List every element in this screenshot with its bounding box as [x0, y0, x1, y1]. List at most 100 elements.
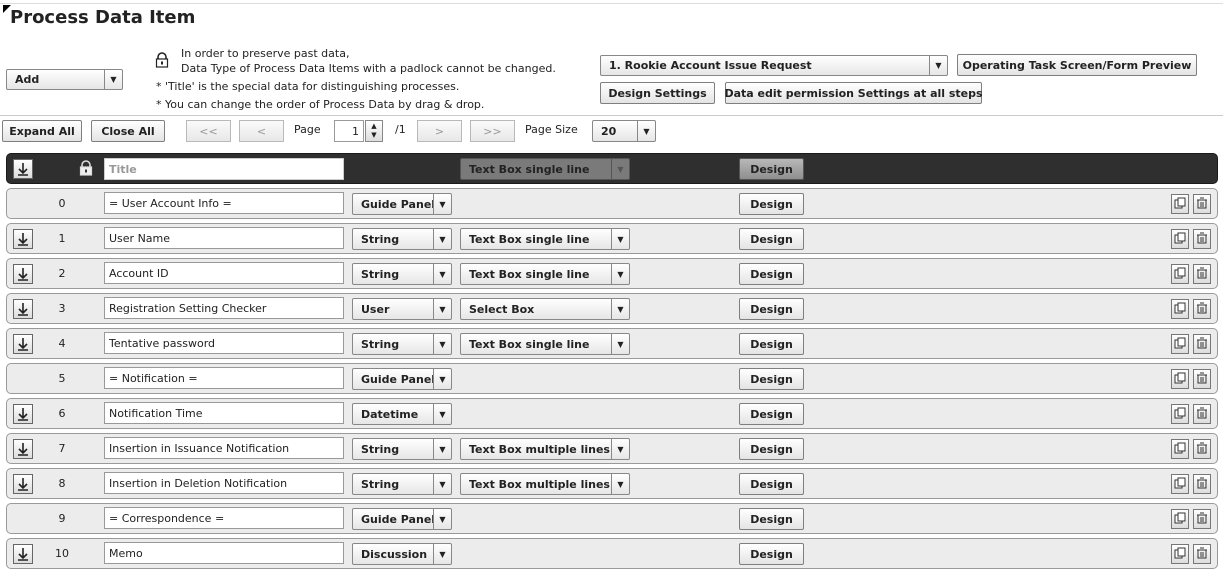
delete-button[interactable]: [1193, 264, 1211, 284]
copy-button[interactable]: [1171, 404, 1189, 424]
permission-settings-button[interactable]: Data edit permission Settings at all ste…: [724, 82, 983, 104]
item-name-input[interactable]: = Correspondence =: [104, 507, 344, 529]
data-type-select[interactable]: User ▼: [352, 298, 452, 320]
design-button[interactable]: Design: [739, 438, 804, 460]
expand-all-button[interactable]: Expand All: [2, 120, 82, 142]
widget-select[interactable]: Text Box single line ▼: [460, 263, 630, 285]
prev-page-button[interactable]: <: [239, 120, 284, 142]
item-name-input[interactable]: = Notification =: [104, 367, 344, 389]
item-name-input[interactable]: Registration Setting Checker: [104, 297, 344, 319]
first-page-button[interactable]: <<: [186, 120, 231, 142]
item-name-input[interactable]: Account ID: [104, 262, 344, 284]
design-settings-button[interactable]: Design Settings: [600, 82, 715, 104]
drag-handle-icon[interactable]: [13, 544, 33, 564]
table-row[interactable]: 9 = Correspondence = Guide Panel ▼ Design: [6, 503, 1218, 534]
next-page-button[interactable]: >: [417, 120, 462, 142]
drag-handle-icon[interactable]: [13, 474, 33, 494]
copy-button[interactable]: [1171, 334, 1189, 354]
title-design-button[interactable]: Design: [739, 158, 804, 180]
copy-button[interactable]: [1171, 544, 1189, 564]
delete-button[interactable]: [1193, 334, 1211, 354]
data-type-select[interactable]: Datetime ▼: [352, 403, 452, 425]
delete-button[interactable]: [1193, 194, 1211, 214]
drag-handle-icon[interactable]: [13, 439, 33, 459]
item-name-input[interactable]: Insertion in Issuance Notification: [104, 437, 344, 459]
item-name-input[interactable]: Insertion in Deletion Notification: [104, 472, 344, 494]
preview-button[interactable]: Operating Task Screen/Form Preview: [957, 54, 1197, 76]
copy-button[interactable]: [1171, 509, 1189, 529]
delete-button[interactable]: [1193, 544, 1211, 564]
data-type-select[interactable]: Guide Panel ▼: [352, 508, 452, 530]
copy-button[interactable]: [1171, 369, 1189, 389]
item-name-input[interactable]: Notification Time: [104, 402, 344, 424]
widget-select[interactable]: Text Box single line ▼: [460, 228, 630, 250]
page-size-select[interactable]: 20 ▼: [592, 120, 656, 142]
design-button[interactable]: Design: [739, 228, 804, 250]
page-input[interactable]: 1: [334, 120, 364, 142]
drag-handle-icon[interactable]: [13, 334, 33, 354]
widget-select[interactable]: Select Box ▼: [460, 298, 630, 320]
delete-button[interactable]: [1193, 369, 1211, 389]
item-name-input[interactable]: Tentative password: [104, 332, 344, 354]
design-button[interactable]: Design: [739, 333, 804, 355]
drag-handle-icon[interactable]: [13, 299, 33, 319]
copy-button[interactable]: [1171, 474, 1189, 494]
table-row[interactable]: 0 = User Account Info = Guide Panel ▼ Design: [6, 188, 1218, 219]
table-row[interactable]: 10 Memo Discussion ▼ Design: [6, 538, 1218, 569]
design-button[interactable]: Design: [739, 368, 804, 390]
drag-handle-icon[interactable]: [13, 159, 33, 179]
item-name-input[interactable]: User Name: [104, 227, 344, 249]
page-stepper[interactable]: ▲ ▼: [365, 120, 383, 142]
table-row[interactable]: 6 Notification Time Datetime ▼ Design: [6, 398, 1218, 429]
design-button[interactable]: Design: [739, 473, 804, 495]
drag-handle-icon[interactable]: [13, 264, 33, 284]
design-button[interactable]: Design: [739, 298, 804, 320]
delete-button[interactable]: [1193, 229, 1211, 249]
delete-button[interactable]: [1193, 509, 1211, 529]
title-name-input[interactable]: Title: [104, 158, 344, 180]
drag-handle-icon[interactable]: [13, 229, 33, 249]
copy-button[interactable]: [1171, 439, 1189, 459]
copy-button[interactable]: [1171, 264, 1189, 284]
item-name-input[interactable]: Memo: [104, 542, 344, 564]
table-row[interactable]: 5 = Notification = Guide Panel ▼ Design: [6, 363, 1218, 394]
table-row[interactable]: 7 Insertion in Issuance Notification Strin…: [6, 433, 1218, 464]
table-row[interactable]: 1 User Name String ▼ Text Box single line ▼ De…: [6, 223, 1218, 254]
design-button[interactable]: Design: [739, 263, 804, 285]
data-type-select[interactable]: String ▼: [352, 333, 452, 355]
delete-button[interactable]: [1193, 299, 1211, 319]
close-all-button[interactable]: Close All: [91, 120, 165, 142]
process-select[interactable]: 1. Rookie Account Issue Request ▼: [600, 55, 948, 76]
widget-select[interactable]: Text Box multiple lines ▼: [460, 473, 630, 495]
delete-button[interactable]: [1193, 474, 1211, 494]
design-button[interactable]: Design: [739, 403, 804, 425]
copy-button[interactable]: [1171, 229, 1189, 249]
data-type-select[interactable]: Guide Panel ▼: [352, 193, 452, 215]
delete-button[interactable]: [1193, 439, 1211, 459]
data-type-select[interactable]: Discussion ▼: [352, 543, 452, 565]
add-select[interactable]: Add ▼: [6, 69, 123, 90]
data-type-select[interactable]: String ▼: [352, 263, 452, 285]
drag-handle-icon[interactable]: [13, 404, 33, 424]
last-page-button[interactable]: >>: [470, 120, 515, 142]
design-button[interactable]: Design: [739, 508, 804, 530]
design-button[interactable]: Design: [739, 543, 804, 565]
table-row[interactable]: 3 Registration Setting Checker User ▼ Select…: [6, 293, 1218, 324]
table-row[interactable]: 4 Tentative password String ▼ Text Box singl…: [6, 328, 1218, 359]
data-type-select[interactable]: String ▼: [352, 228, 452, 250]
copy-button[interactable]: [1171, 194, 1189, 214]
data-type-select[interactable]: String ▼: [352, 438, 452, 460]
data-type-select[interactable]: String ▼: [352, 473, 452, 495]
title-row[interactable]: Title Text Box single line ▼ Design: [6, 153, 1218, 184]
design-button[interactable]: Design: [739, 193, 804, 215]
item-name-input[interactable]: = User Account Info =: [104, 192, 344, 214]
delete-button[interactable]: [1193, 404, 1211, 424]
table-row[interactable]: 2 Account ID String ▼ Text Box single line ▼ D…: [6, 258, 1218, 289]
stepper-up-icon[interactable]: ▲: [371, 122, 376, 131]
copy-button[interactable]: [1171, 299, 1189, 319]
table-row[interactable]: 8 Insertion in Deletion Notification Strin…: [6, 468, 1218, 499]
widget-select[interactable]: Text Box single line ▼: [460, 333, 630, 355]
stepper-down-icon[interactable]: ▼: [371, 131, 376, 140]
data-type-select[interactable]: Guide Panel ▼: [352, 368, 452, 390]
widget-select[interactable]: Text Box multiple lines ▼: [460, 438, 630, 460]
